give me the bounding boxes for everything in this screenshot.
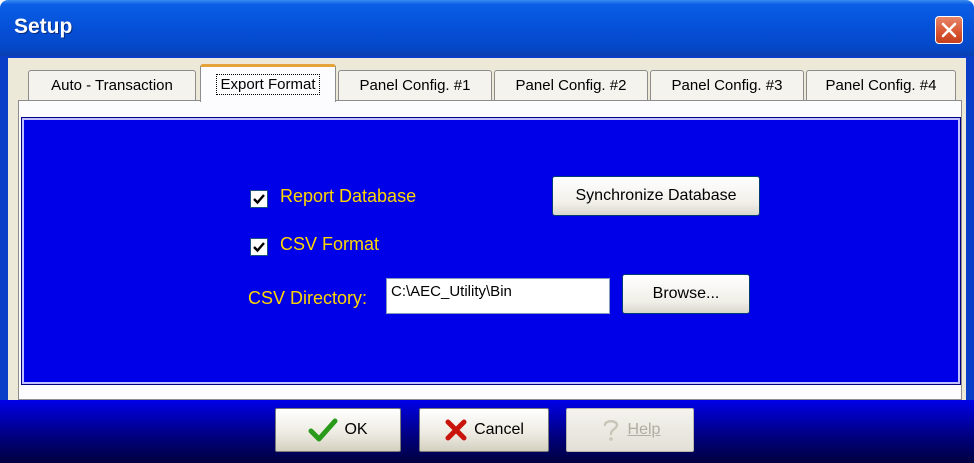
report-database-label: Report Database [280,186,417,206]
report-database-checkbox[interactable] [250,190,268,208]
csv-format-label: CSV Format [280,234,380,254]
x-icon [445,419,467,441]
tab-label: Export Format [216,74,320,95]
synchronize-database-label: Synchronize Database [575,187,737,204]
synchronize-database-button[interactable]: Synchronize Database [552,176,760,216]
title-bar[interactable]: Setup [0,0,974,56]
tab-label: Panel Config. #4 [825,77,937,94]
cancel-label: Cancel [474,421,524,438]
tab-panel-config-2[interactable]: Panel Config. #2 [494,70,648,100]
window-title: Setup [14,15,73,38]
setup-dialog: Setup Auto - Transaction Export Format P… [0,0,974,463]
cancel-button[interactable]: Cancel [419,408,549,452]
csv-directory-input[interactable]: C:\AEC_Utility\Bin [386,278,610,314]
csv-format-checkbox[interactable] [250,238,268,256]
checkmark-icon [253,194,265,205]
checkmark-icon [308,418,338,442]
help-label: Help [627,421,661,438]
help-button[interactable]: Help [566,408,694,452]
question-mark-icon [603,420,618,441]
tab-label: Panel Config. #1 [359,77,471,94]
tab-auto-transaction[interactable]: Auto - Transaction [28,70,196,100]
tab-label: Panel Config. #3 [671,77,783,94]
checkmark-icon [253,242,265,253]
csv-directory-label: CSV Directory: [248,288,368,308]
ok-label: OK [344,421,368,438]
tab-panel-config-4[interactable]: Panel Config. #4 [806,70,956,100]
tab-label: Panel Config. #2 [515,77,627,94]
browse-label: Browse... [652,285,720,302]
close-icon [941,22,957,38]
export-format-panel [21,117,961,385]
csv-directory-value: C:\AEC_Utility\Bin [391,283,512,300]
tab-export-format[interactable]: Export Format [200,64,336,102]
close-button[interactable] [935,16,963,44]
tab-panel-config-3[interactable]: Panel Config. #3 [650,70,804,100]
ok-button[interactable]: OK [275,408,401,452]
tab-label: Auto - Transaction [51,77,173,94]
browse-button[interactable]: Browse... [622,274,750,314]
tab-panel-config-1[interactable]: Panel Config. #1 [338,70,492,100]
